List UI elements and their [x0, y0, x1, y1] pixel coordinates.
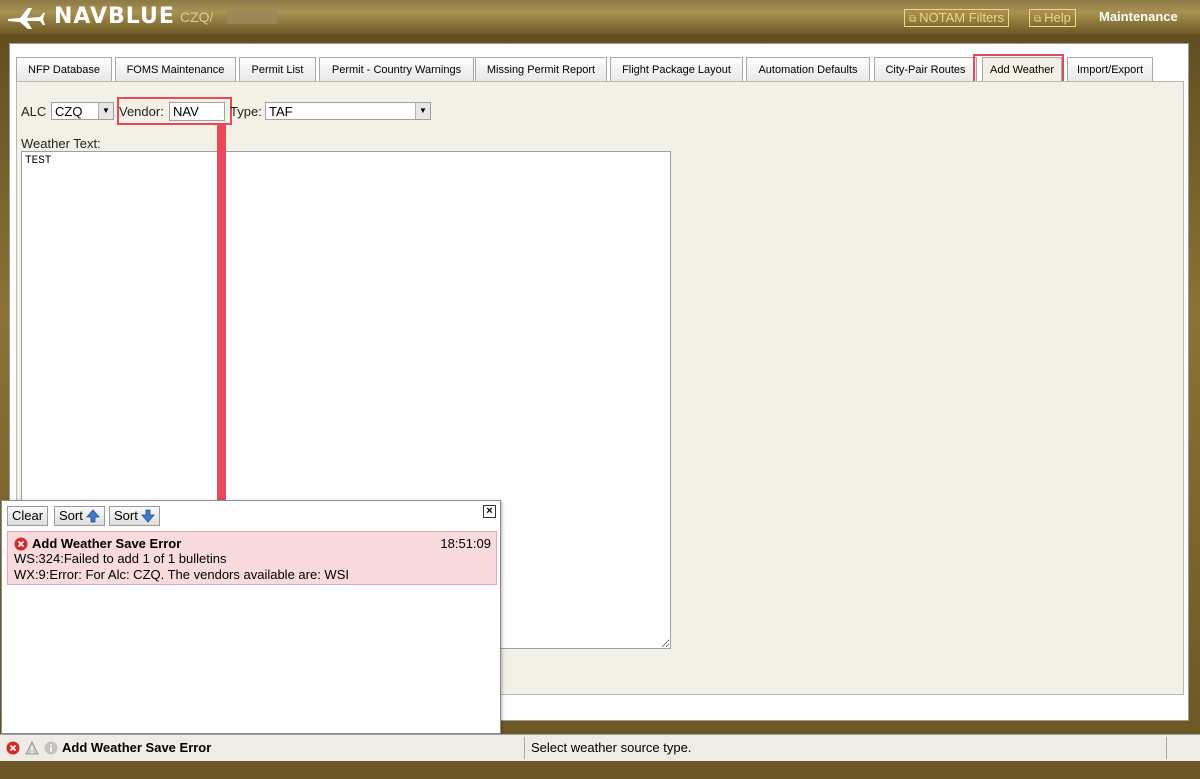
chevron-down-icon[interactable]: ▼ [98, 103, 113, 119]
external-window-icon: ⧉ [909, 14, 917, 25]
tab-foms-maintenance[interactable]: FOMS Maintenance [115, 57, 236, 81]
sort-descending-button[interactable]: Sort [109, 506, 161, 526]
alc-select-value: CZQ [55, 104, 83, 119]
airplane-logo-icon [8, 8, 45, 29]
arrow-down-icon [141, 509, 156, 523]
type-label: Type: [230, 104, 262, 119]
status-divider [524, 737, 525, 759]
status-bar: Add Weather Save Error Select weather so… [0, 734, 1200, 761]
tab-import-export[interactable]: Import/Export [1067, 57, 1153, 81]
type-select-value: TAF [269, 104, 293, 119]
arrow-up-icon [86, 509, 101, 523]
tab-permit-country-warnings[interactable]: Permit - Country Warnings [319, 57, 474, 81]
clear-button[interactable]: Clear [7, 506, 49, 526]
type-select[interactable]: TAF ▼ [265, 102, 431, 120]
close-icon[interactable]: × [483, 505, 496, 518]
sort-descending-label: Sort [114, 508, 138, 523]
help-link[interactable]: ⧉ Help [1029, 9, 1076, 27]
alc-select[interactable]: CZQ ▼ [51, 102, 114, 120]
tab-flight-package-layout[interactable]: Flight Package Layout [610, 57, 743, 81]
tab-add-weather[interactable]: Add Weather [982, 57, 1062, 83]
sort-ascending-label: Sort [59, 508, 83, 523]
tab-nfp-database[interactable]: NFP Database [16, 57, 112, 81]
vendor-label: Vendor: [119, 104, 164, 119]
message-timestamp: 18:51:09 [440, 536, 491, 551]
error-icon[interactable] [6, 741, 20, 755]
message-title: Add Weather Save Error [32, 536, 182, 551]
info-icon[interactable] [44, 741, 58, 755]
weather-text-label: Weather Text: [21, 136, 101, 151]
error-message: Add Weather Save Error 18:51:09 WS:324:F… [7, 531, 497, 585]
page-title: Maintenance [1099, 9, 1178, 24]
message-line-1: WS:324:Failed to add 1 of 1 bulletins [14, 551, 227, 566]
app-header: NAVBLUE CZQ/ ⧉ NOTAM Filters ⧉ Help Mainte… [0, 0, 1200, 34]
warning-icon[interactable] [25, 741, 39, 755]
status-message: Add Weather Save Error [62, 740, 212, 755]
alc-label: ALC [21, 104, 47, 119]
status-hint: Select weather source type. [531, 740, 692, 755]
organization-label: CZQ/ [180, 9, 214, 25]
message-popup: Clear Sort Sort × Add Weather Save Error… [1, 500, 501, 734]
tab-missing-permit-report[interactable]: Missing Permit Report [475, 57, 607, 81]
message-line-2: WX:9:Error: For Alc: CZQ. The vendors av… [14, 567, 349, 582]
error-icon [14, 537, 28, 551]
tab-city-pair-routes[interactable]: City-Pair Routes [874, 57, 977, 81]
chevron-down-icon[interactable]: ▼ [415, 103, 430, 119]
external-window-icon: ⧉ [1034, 14, 1042, 25]
sort-ascending-button[interactable]: Sort [54, 506, 106, 526]
tab-permit-list[interactable]: Permit List [239, 57, 316, 81]
navblue-logo: NAVBLUE [54, 4, 175, 29]
notam-filters-link[interactable]: ⧉ NOTAM Filters [904, 9, 1010, 27]
vendor-input[interactable] [169, 102, 225, 121]
tab-automation-defaults[interactable]: Automation Defaults [746, 57, 870, 81]
redacted-text [226, 10, 278, 24]
status-divider [1166, 737, 1167, 759]
